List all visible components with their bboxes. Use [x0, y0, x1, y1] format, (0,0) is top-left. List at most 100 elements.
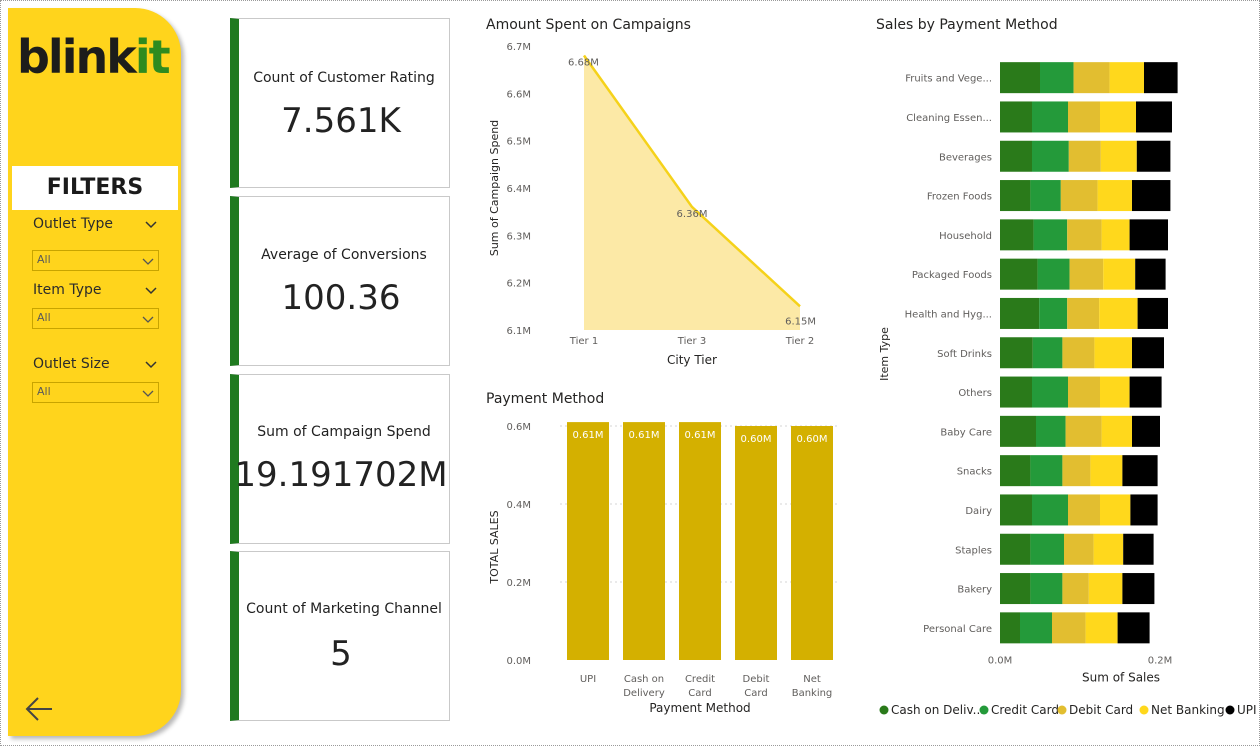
stacked-bar-segment — [1100, 140, 1137, 172]
stacked-bar-segment — [1000, 376, 1032, 408]
x-tick-label: Tier 1 — [569, 336, 598, 347]
y-axis-title: Sum of Campaign Spend — [488, 120, 501, 256]
payment-method-bar — [679, 422, 721, 660]
stacked-bar-segment — [1090, 455, 1123, 487]
legend-marker — [979, 705, 989, 715]
y-tick-label: 0.6M — [506, 422, 531, 433]
outlet-type-collapse-chevron-icon[interactable] — [144, 218, 158, 232]
stacked-bar-segment — [1032, 376, 1068, 408]
kpi-card-conversions[interactable]: Average of Conversions 100.36 — [230, 196, 450, 366]
campaign-spend-chart-title: Amount Spent on Campaigns — [486, 17, 691, 33]
outlet-type-dropdown[interactable]: All — [32, 250, 159, 271]
stacked-bar-segment — [1130, 494, 1158, 526]
y-tick-label: Personal Care — [923, 624, 992, 635]
kpi-value: 5 — [330, 634, 352, 674]
x-tick-label: 0.0M — [988, 656, 1013, 667]
stacked-bar-segment — [1037, 258, 1070, 290]
sales-by-payment-stacked-bar-chart[interactable]: Fruits and Vege... Cleaning Essen... Bever… — [870, 36, 1256, 726]
stacked-bar-segment — [1032, 101, 1068, 133]
item-type-filter-label: Item Type — [33, 282, 102, 298]
legend-marker — [1225, 705, 1235, 715]
kpi-card-campaign-spend[interactable]: Sum of Campaign Spend 19.191702M — [230, 374, 450, 544]
payment-method-bar-chart[interactable]: 0.0M 0.2M 0.4M 0.6M 0.61M UPI 0.61M Cash on Deli… — [480, 410, 845, 720]
stacked-bar-segment — [1073, 62, 1110, 94]
campaign-spend-area-chart[interactable]: 6.1M 6.2M 6.3M 6.4M 6.5M 6.6M 6.7M 6.68M Tier 1 6… — [480, 36, 840, 371]
stacked-bar-segment — [1000, 455, 1031, 487]
x-tick-label: Tier 3 — [677, 336, 706, 347]
stacked-bar-segment — [1062, 573, 1089, 605]
stacked-bar-segment — [1069, 258, 1104, 290]
chevron-down-icon — [142, 258, 154, 265]
legend-label: Debit Card — [1069, 703, 1133, 717]
stacked-bar-segment — [1032, 337, 1063, 369]
stacked-bar-segment — [1144, 62, 1178, 94]
stacked-bar-segment — [1000, 101, 1032, 133]
stacked-bar-segment — [1068, 376, 1100, 408]
x-tick-label: Delivery — [623, 688, 665, 699]
x-tick-label: UPI — [580, 674, 596, 685]
y-tick-label: 6.6M — [506, 89, 531, 100]
x-axis-title: City Tier — [667, 353, 717, 367]
kpi-card-marketing-channel[interactable]: Count of Marketing Channel 5 — [230, 551, 450, 721]
y-tick-label: 6.5M — [506, 137, 531, 148]
stacked-bar-segment — [1100, 101, 1136, 133]
x-axis-title: Payment Method — [649, 701, 750, 715]
bar-data-label: 0.61M — [629, 430, 660, 441]
y-tick-label: Bakery — [957, 585, 992, 596]
stacked-bar-segment — [1062, 455, 1091, 487]
filters-title: FILTERS — [46, 175, 144, 200]
outlet-type-filter-label: Outlet Type — [33, 216, 113, 232]
stacked-bar-segment — [1093, 533, 1124, 565]
payment-method-bar — [735, 426, 777, 660]
y-tick-label: 6.4M — [506, 184, 531, 195]
x-tick-label: 0.2M — [1148, 656, 1173, 667]
y-tick-label: 0.4M — [506, 500, 531, 511]
stacked-bar-segment — [1000, 258, 1038, 290]
stacked-bar-segment — [1097, 180, 1132, 212]
stacked-bar-segment — [1068, 494, 1100, 526]
y-axis-title: Item Type — [878, 327, 891, 381]
y-tick-label: Fruits and Vege... — [905, 74, 992, 85]
blinkit-logo: blinkit — [17, 30, 171, 84]
outlet-size-dropdown[interactable]: All — [32, 382, 159, 403]
chevron-down-icon — [142, 390, 154, 397]
stacked-bar-segment — [1064, 533, 1094, 565]
stacked-bar-segment — [1123, 533, 1154, 565]
y-tick-label: 0.2M — [506, 578, 531, 589]
stacked-bar-segment — [1129, 219, 1168, 251]
kpi-card-customer-rating[interactable]: Count of Customer Rating 7.561K — [230, 18, 450, 188]
legend-label: Credit Card — [991, 703, 1059, 717]
item-type-dropdown[interactable]: All — [32, 308, 159, 329]
stacked-bar-segment — [1122, 455, 1158, 487]
stacked-bar-segment — [1122, 573, 1155, 605]
stacked-bar-segment — [1088, 573, 1123, 605]
y-tick-label: Packaged Foods — [912, 270, 992, 281]
x-tick-label: Tier 2 — [785, 336, 814, 347]
legend-marker — [1057, 705, 1067, 715]
legend-label: Cash on Deliv... — [891, 703, 984, 717]
outlet-size-collapse-chevron-icon[interactable] — [144, 358, 158, 372]
kpi-value: 100.36 — [281, 278, 401, 318]
chevron-down-icon — [142, 316, 154, 323]
y-tick-label: Soft Drinks — [937, 349, 992, 360]
y-tick-label: Health and Hyg... — [905, 309, 992, 320]
y-tick-label: 6.2M — [506, 279, 531, 290]
stacked-bar-segment — [1030, 180, 1061, 212]
stacked-bar-segment — [1136, 140, 1171, 172]
filters-header: FILTERS — [12, 166, 178, 210]
arrow-left-icon[interactable] — [24, 694, 54, 724]
y-tick-label: 0.0M — [506, 656, 531, 667]
payment-method-bar — [791, 426, 833, 660]
y-tick-label: 6.1M — [506, 326, 531, 337]
item-type-collapse-chevron-icon[interactable] — [144, 284, 158, 298]
y-tick-label: 6.7M — [506, 42, 531, 53]
stacked-bar-segment — [1062, 337, 1095, 369]
payment-method-bar — [623, 422, 665, 660]
x-tick-label: Credit — [685, 674, 715, 685]
y-tick-label: 6.3M — [506, 231, 531, 242]
bar-data-label: 0.60M — [797, 434, 828, 445]
stacked-bar-segment — [1000, 415, 1036, 447]
kpi-value: 19.191702M — [234, 455, 448, 495]
stacked-bar-segment — [1000, 219, 1034, 251]
stacked-bar-segment — [1129, 376, 1162, 408]
